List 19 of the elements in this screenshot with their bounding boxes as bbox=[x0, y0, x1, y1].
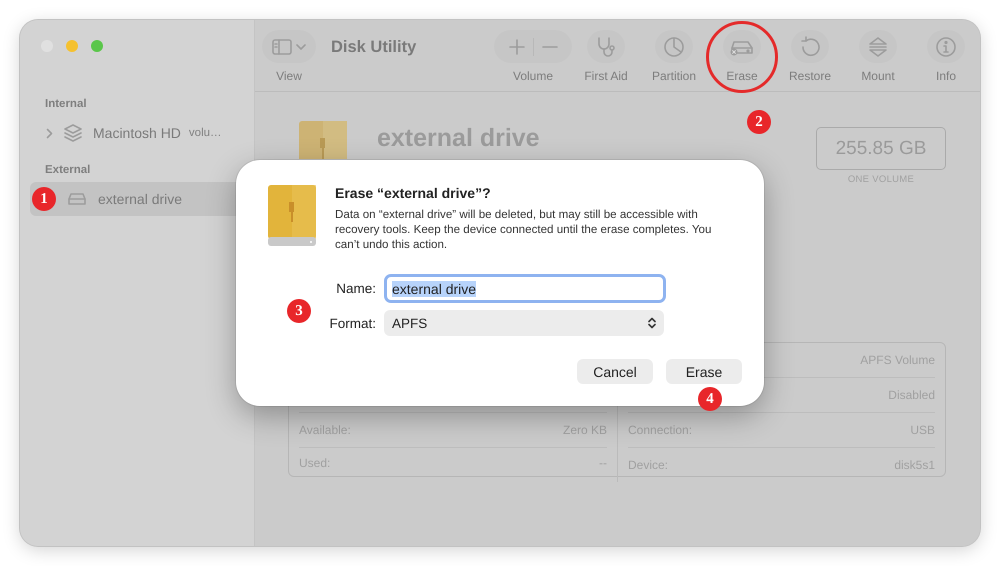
toolbar-label: Volume bbox=[512, 69, 554, 83]
toolbar-label: Restore bbox=[788, 69, 832, 83]
toolbar-label: View bbox=[276, 69, 302, 83]
section-heading: Internal bbox=[44, 98, 88, 110]
toolbar-label: Partition bbox=[652, 69, 696, 83]
toolbar-label: Info bbox=[936, 69, 956, 83]
item-name: external drive bbox=[98, 191, 182, 207]
item-name: Macintosh HD bbox=[93, 125, 181, 141]
toolbar-label: Erase bbox=[726, 69, 758, 83]
dialog-message: Data on “external drive” will be deleted, but may still be accessible with recovery tools. Keep the device connected until the erase completes. You can’t undo this action. bbox=[335, 207, 712, 252]
section-heading: External bbox=[44, 164, 92, 176]
field-label: Format: bbox=[328, 316, 376, 330]
item-detail: volu… bbox=[188, 127, 222, 139]
info-value: -- bbox=[599, 456, 607, 470]
toolbar-label: First Aid bbox=[584, 69, 628, 83]
dialog-title: Erase “external drive”? bbox=[335, 185, 492, 201]
window-title: Disk Utility bbox=[331, 38, 416, 57]
field-label: Name: bbox=[335, 281, 376, 296]
toolbar-label: Mount bbox=[861, 69, 895, 83]
